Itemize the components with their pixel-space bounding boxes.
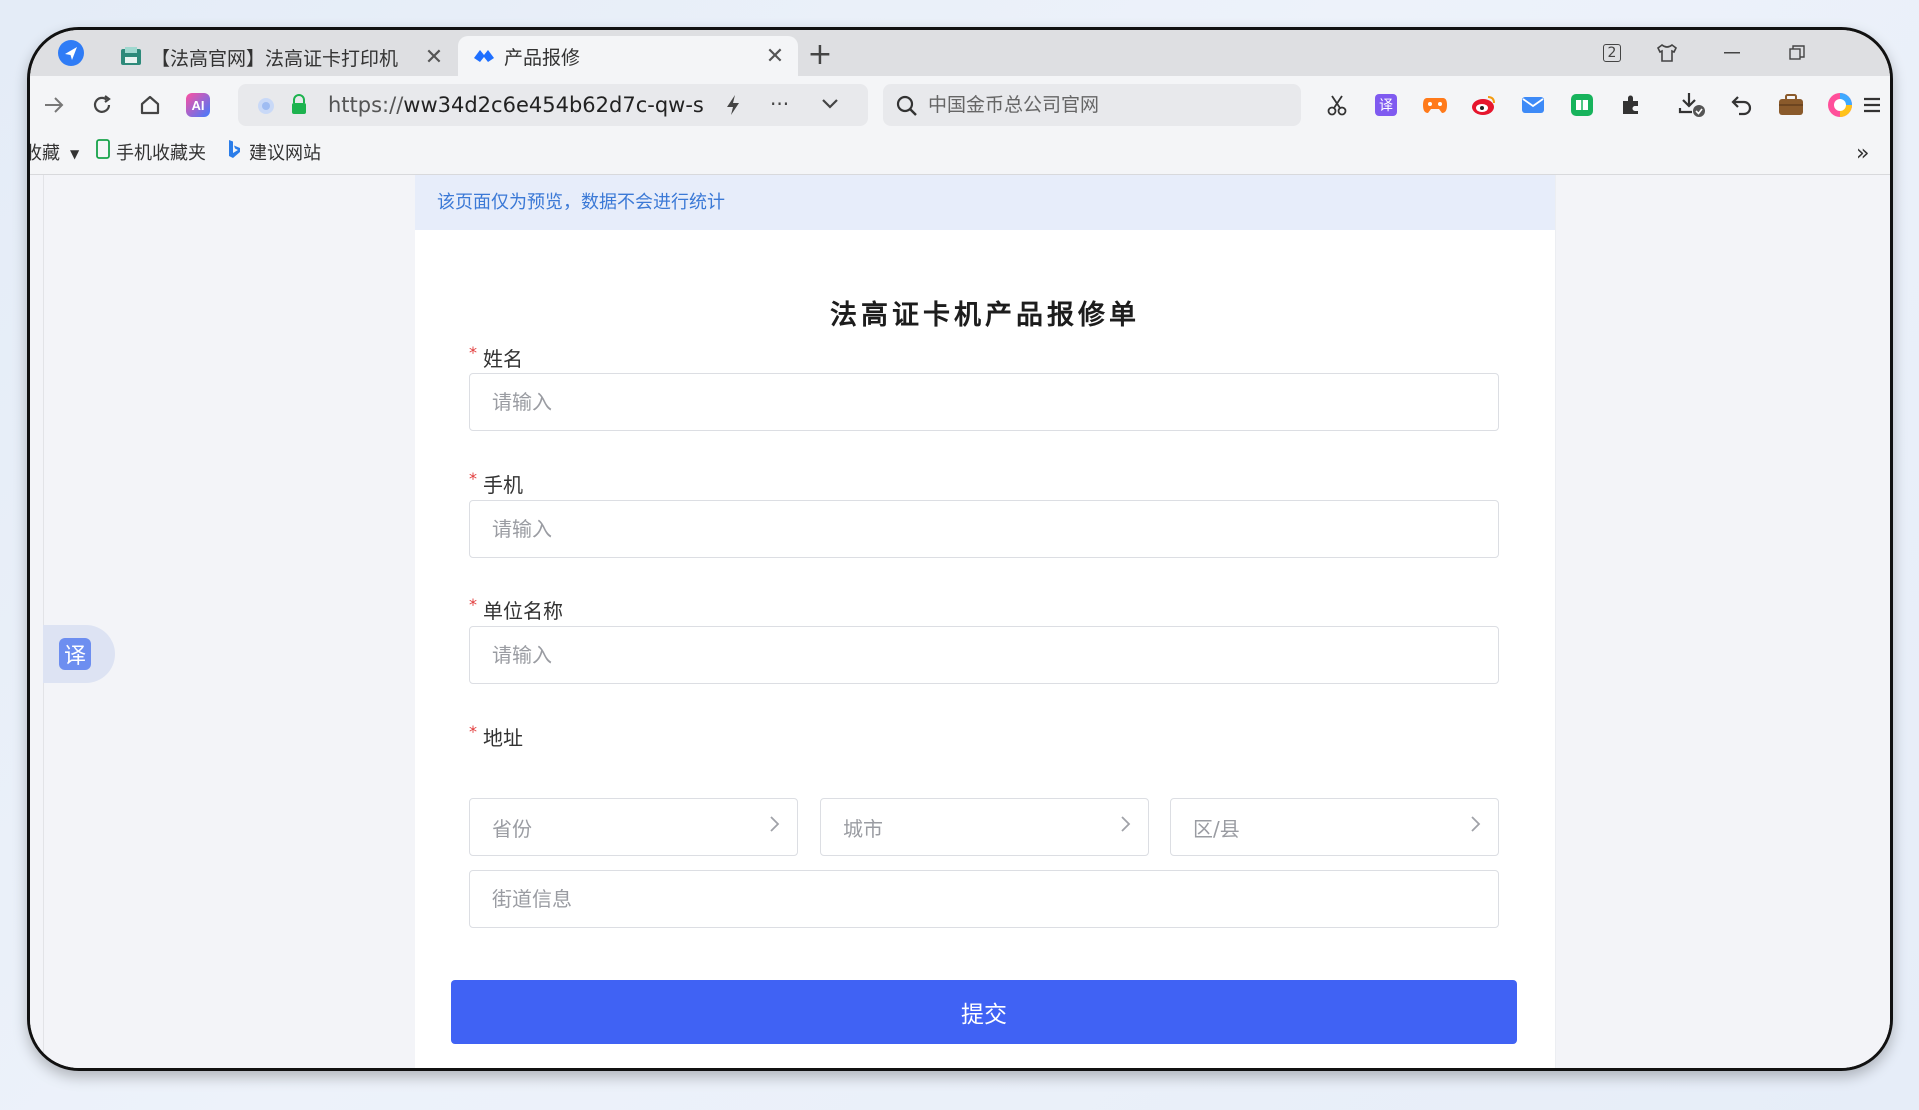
menu-icon[interactable] [1862,90,1882,120]
chevron-right-icon [1470,814,1482,840]
download-icon[interactable] [1678,90,1708,120]
required-mark: * [469,722,477,741]
tab-close-icon[interactable]: ✕ [760,44,790,69]
translate-extension-icon[interactable]: 译 [1371,90,1401,120]
caret-down-icon: ▼ [70,147,80,161]
bookmark-suggested-sites[interactable]: 建议网站 [227,134,321,174]
phone-label: * 手机 [469,469,523,497]
submit-button[interactable]: 提交 [451,980,1517,1044]
address-label: * 地址 [469,722,523,750]
tab-title: 【法高官网】法高证卡打印机 [151,47,399,70]
tab-fagao-official[interactable]: 【法高官网】法高证卡打印机 ✕ [105,38,457,76]
phone-input[interactable] [469,500,1499,558]
bing-logo-icon [227,134,241,174]
mail-icon[interactable] [1518,90,1548,120]
left-border-line [43,175,44,1068]
navigation-bar: AI https://ww34d2c6e454b62d7c-qw-s ··· 中… [30,76,1890,134]
tab-close-icon[interactable]: ✕ [419,45,449,70]
skin-shirt-icon[interactable] [1650,38,1684,68]
printer-favicon-icon [119,45,143,69]
street-input[interactable] [469,870,1499,928]
chevron-right-icon [769,814,781,840]
district-select[interactable]: 区/县 [1170,798,1499,856]
restore-window-icon[interactable] [1780,38,1814,68]
ai-assistant-icon[interactable]: AI [180,88,216,122]
bookmarks-overflow-icon[interactable]: » [1856,134,1869,174]
svg-text:AI: AI [192,98,205,113]
tab-product-repair[interactable]: 产品报修 ✕ [458,36,798,76]
weibo-icon[interactable] [1469,90,1499,120]
tab-count-icon[interactable]: 2 [1595,38,1629,68]
minimize-icon[interactable] [1715,38,1749,68]
screenshot-scissors-icon[interactable] [1322,90,1352,120]
url-text[interactable]: https://ww34d2c6e454b62d7c-qw-s [328,84,708,126]
page-content: 译 该页面仅为预览，数据不会进行统计 法高证卡机产品报修单 *姓名 *手机 *单… [30,175,1890,1068]
company-input[interactable] [469,626,1499,684]
svg-text:译: 译 [1379,98,1393,114]
search-box[interactable]: 中国金币总公司官网 [883,84,1301,126]
required-mark: * [469,595,477,614]
bookmark-favorites[interactable]: 收藏 ▼ [30,134,80,174]
home-icon[interactable] [132,88,168,122]
tab-title: 产品报修 [504,46,581,69]
tencent-docs-favicon-icon [472,44,496,68]
new-tab-button[interactable]: + [800,36,840,74]
search-placeholder: 中国金币总公司官网 [928,94,1100,116]
mobile-phone-icon [96,134,110,174]
extensions-puzzle-icon[interactable] [1616,90,1646,120]
form-title: 法高证卡机产品报修单 [830,300,1140,331]
reload-icon[interactable] [84,88,120,122]
chevron-down-icon[interactable] [820,96,840,116]
company-label: * 单位名称 [469,595,563,623]
province-select[interactable]: 省份 [469,798,798,856]
name-input[interactable] [469,373,1499,431]
site-info-icon[interactable] [256,96,276,120]
search-icon [895,94,919,122]
bookmark-mobile-favorites[interactable]: 手机收藏夹 [96,134,206,174]
secure-lock-icon [290,94,308,120]
right-border-line [1555,175,1556,1068]
ai-colorful-icon[interactable] [1825,90,1855,120]
required-mark: * [469,343,477,362]
more-options-icon[interactable]: ··· [770,84,789,124]
floating-translate-button[interactable]: 译 [43,625,115,683]
preview-notice: 该页面仅为预览，数据不会进行统计 [415,175,1555,230]
undo-icon[interactable] [1727,90,1757,120]
browser-window: 【法高官网】法高证卡打印机 ✕ 产品报修 ✕ + 2 AI https://ww… [27,27,1893,1071]
chevron-right-icon [1120,814,1132,840]
forward-arrow-icon[interactable] [36,88,72,122]
reader-book-icon[interactable] [1567,90,1597,120]
browser-logo-icon[interactable] [54,36,88,70]
address-bar[interactable]: https://ww34d2c6e454b62d7c-qw-s ··· [238,84,868,126]
toolbox-briefcase-icon[interactable] [1776,90,1806,120]
required-mark: * [469,469,477,488]
name-label: * 姓名 [469,343,523,371]
lightning-icon[interactable] [724,94,742,120]
city-select[interactable]: 城市 [820,798,1149,856]
game-controller-icon[interactable] [1420,90,1450,120]
bookmarks-bar: 收藏 ▼ 手机收藏夹 建议网站 » [30,134,1890,175]
translate-icon: 译 [59,638,91,670]
form-panel: 该页面仅为预览，数据不会进行统计 法高证卡机产品报修单 *姓名 *手机 *单位名… [415,175,1555,1068]
tab-bar: 【法高官网】法高证卡打印机 ✕ 产品报修 ✕ + 2 [30,30,1890,76]
